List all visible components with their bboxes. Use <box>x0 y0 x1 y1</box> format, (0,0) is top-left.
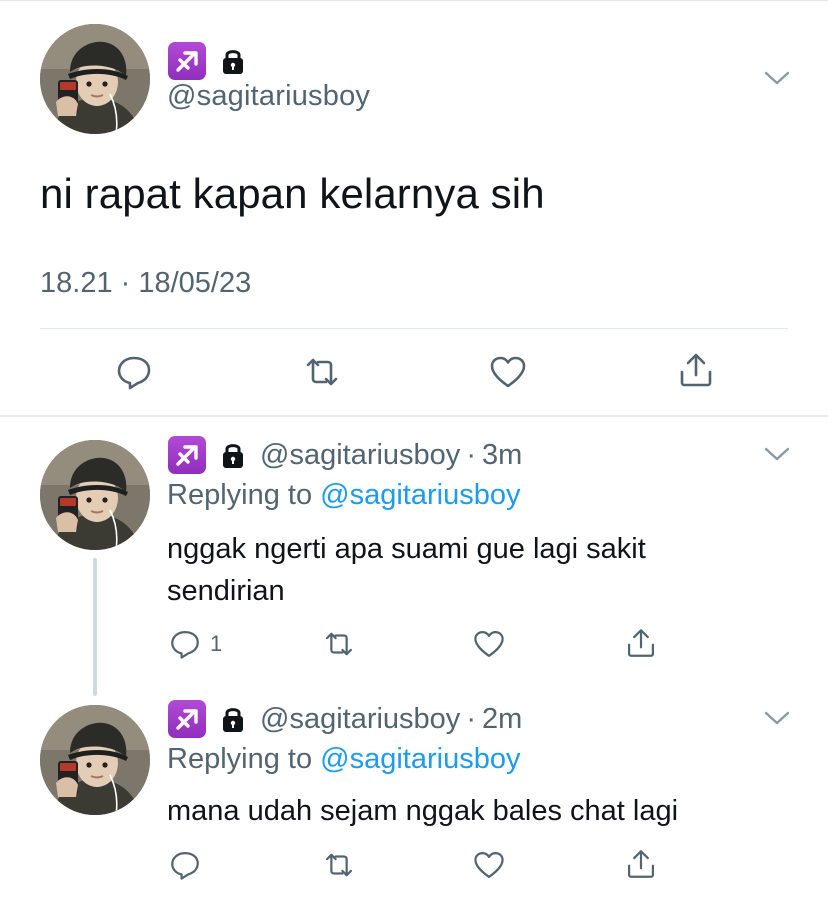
reply-button[interactable] <box>114 352 154 392</box>
retweet-icon <box>325 632 353 656</box>
like-icon <box>474 851 504 879</box>
reply-button[interactable] <box>168 848 202 882</box>
like-icon <box>474 630 504 658</box>
share-icon <box>627 629 655 657</box>
separator-dot: · <box>466 702 476 735</box>
reply-time[interactable]: 2m <box>482 703 522 736</box>
replying-to: Replying to @sagitariusboy <box>167 479 520 512</box>
avatar[interactable] <box>40 705 150 815</box>
mention-link[interactable]: @sagitariusboy <box>320 479 520 511</box>
share-icon <box>680 353 712 387</box>
lock-icon <box>218 45 248 77</box>
separator-dot: · <box>466 438 476 471</box>
thread-line <box>93 558 97 696</box>
retweet-button[interactable] <box>322 627 356 661</box>
section-separator <box>0 415 828 417</box>
retweet-icon <box>306 358 338 386</box>
tweet-timestamp[interactable]: 18.21 · 18/05/23 <box>40 267 251 300</box>
like-button[interactable] <box>472 627 506 661</box>
replying-to: Replying to @sagitariusboy <box>167 743 520 776</box>
sagittarius-emoji <box>168 700 206 738</box>
reply-button[interactable]: 1 <box>168 627 222 661</box>
tweet-text: ni rapat kapan kelarnya sih <box>40 170 545 217</box>
display-name[interactable] <box>168 42 248 80</box>
lock-icon <box>218 439 248 471</box>
share-button[interactable] <box>676 350 716 390</box>
share-button[interactable] <box>624 847 658 881</box>
like-button[interactable] <box>488 352 528 392</box>
user-handle[interactable]: @sagitariusboy <box>167 80 370 113</box>
share-button[interactable] <box>624 626 658 660</box>
like-icon <box>490 356 526 388</box>
lock-icon <box>218 703 248 735</box>
reply-icon <box>171 851 199 880</box>
avatar[interactable] <box>40 440 150 550</box>
user-handle[interactable]: @sagitariusboy <box>260 439 460 472</box>
replying-prefix: Replying to <box>167 479 313 511</box>
retweet-icon <box>325 853 353 877</box>
chevron-down-icon[interactable] <box>762 444 792 464</box>
sagittarius-emoji <box>168 436 206 474</box>
reply-icon <box>117 356 151 390</box>
sagittarius-emoji <box>168 42 206 80</box>
avatar[interactable] <box>40 24 150 134</box>
retweet-button[interactable] <box>302 352 342 392</box>
reply-count: 1 <box>210 631 223 656</box>
main-tweet: @sagitariusboy ni rapat kapan kelarnya s… <box>0 0 828 417</box>
chevron-down-icon[interactable] <box>762 68 792 88</box>
user-handle[interactable]: @sagitariusboy <box>260 703 460 736</box>
reply-icon <box>171 630 199 659</box>
reply-header: @sagitariusboy · 3m <box>168 436 522 474</box>
reply-time[interactable]: 3m <box>482 439 522 472</box>
reply-text: nggak ngerti apa suami gue lagi sakit se… <box>167 533 646 607</box>
chevron-down-icon[interactable] <box>762 708 792 728</box>
mention-link[interactable]: @sagitariusboy <box>320 743 520 775</box>
replying-prefix: Replying to <box>167 743 313 775</box>
like-button[interactable] <box>472 848 506 882</box>
reply-header: @sagitariusboy · 2m <box>168 700 522 738</box>
reply-text: mana udah sejam nggak bales chat lagi <box>167 795 679 827</box>
divider <box>40 328 788 329</box>
share-icon <box>627 850 655 878</box>
retweet-button[interactable] <box>322 848 356 882</box>
